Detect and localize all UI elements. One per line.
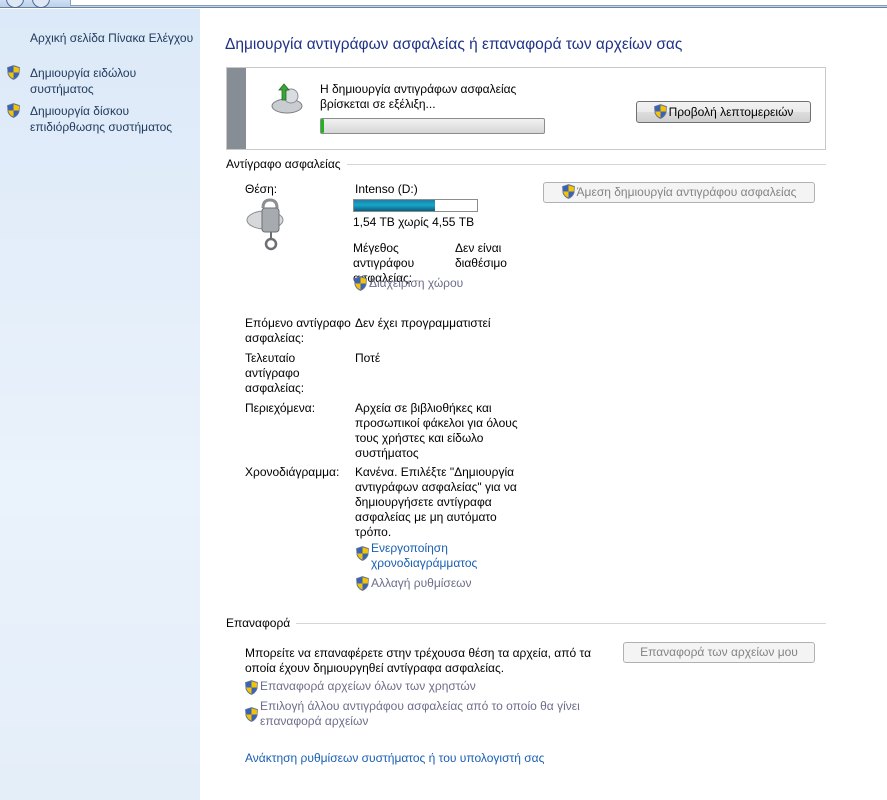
restore-section-title: Επαναφορά — [226, 616, 297, 630]
shield-icon — [356, 576, 369, 591]
control-panel-home-link[interactable]: Αρχική σελίδα Πίνακα Ελέγχου — [30, 30, 193, 46]
enable-schedule-link[interactable]: Ενεργοποίηση χρονοδιαγράμματος — [371, 541, 491, 571]
shield-icon — [356, 546, 369, 561]
drive-name: Intenso (D:) — [355, 182, 418, 196]
restore-all-users-link[interactable]: Επαναφορά αρχείων όλων των χρηστών — [260, 679, 476, 694]
change-settings-link[interactable]: Αλλαγή ρυθμίσεων — [371, 576, 472, 591]
shield-icon — [7, 65, 22, 80]
view-details-button[interactable]: Προβολή λεπτομερειών — [636, 101, 811, 123]
sidebar: Αρχική σελίδα Πίνακα Ελέγχου Δημιουργία … — [0, 9, 200, 800]
backup-now-label: Άμεση δημιουργία αντιγράφου ασφαλείας — [576, 185, 797, 199]
next-backup-value: Δεν έχει προγραμματιστεί — [355, 316, 491, 330]
shield-icon — [245, 680, 258, 695]
schedule-label: Χρονοδιάγραμμα: — [245, 465, 340, 479]
backup-size-value: Δεν είναι διαθέσιμο — [455, 241, 507, 270]
shield-icon — [654, 104, 667, 119]
backup-status-panel: Η δημιουργία αντιγράφων ασφαλείας βρίσκε… — [226, 67, 826, 150]
view-details-label: Προβολή λεπτομερειών — [668, 105, 794, 119]
shield-icon — [245, 707, 258, 722]
back-button[interactable] — [6, 0, 24, 8]
shield-icon — [562, 184, 575, 199]
restore-description: Μπορείτε να επαναφέρετε στην τρέχουσα θέ… — [245, 646, 592, 675]
select-other-backup-link[interactable]: Επιλογή άλλου αντιγράφου ασφαλείας από τ… — [260, 699, 600, 729]
backup-location-lock-icon — [246, 198, 284, 251]
drive-space: 1,54 TB χωρίς 4,55 TB — [353, 215, 475, 229]
backup-now-button[interactable]: Άμεση δημιουργία αντιγράφου ασφαλείας — [543, 182, 815, 203]
drive-usage-fill — [354, 200, 436, 211]
page-title: Δημιουργία αντιγράφων ασφαλείας ή επαναφ… — [225, 36, 683, 53]
location-label: Θέση: — [245, 182, 278, 196]
status-strip — [227, 68, 246, 149]
contents-label: Περιεχόμενα: — [245, 401, 316, 415]
backup-section-header: Αντίγραφο ασφαλείας — [226, 157, 826, 171]
contents-value: Αρχεία σε βιβλιοθήκες και προσωπικοί φάκ… — [355, 401, 518, 460]
restore-section-header: Επαναφορά — [226, 616, 826, 630]
schedule-value: Κανένα. Επιλέξτε "Δημιουργία αντιγράφων … — [355, 465, 517, 539]
last-backup-label: Τελευταίο αντίγραφο ασφαλείας: — [245, 351, 305, 395]
backup-progress-message: Η δημιουργία αντιγράφων ασφαλείας βρίσκε… — [320, 82, 517, 111]
next-backup-label: Επόμενο αντίγραφο ασφαλείας: — [245, 316, 351, 345]
recover-system-settings-link[interactable]: Ανάκτηση ρυθμίσεων συστήματος ή του υπολ… — [245, 751, 544, 766]
shield-icon — [7, 103, 22, 118]
create-repair-disc-link[interactable]: Δημιουργία δίσκου επιδιόρθωσης συστήματο… — [30, 103, 190, 135]
manage-space-link[interactable]: Διαχείριση χώρου — [369, 276, 463, 291]
window-titlebar — [0, 0, 887, 8]
backup-progress-bar — [320, 118, 545, 134]
backup-drive-icon — [271, 83, 303, 114]
forward-button[interactable] — [32, 0, 50, 8]
drive-usage-bar — [353, 199, 478, 212]
last-backup-value: Ποτέ — [355, 351, 381, 365]
restore-my-files-button[interactable]: Επαναφορά των αρχείων μου — [623, 642, 815, 663]
backup-progress-fill — [321, 119, 324, 133]
create-system-image-link[interactable]: Δημιουργία ειδώλου συστήματος — [30, 65, 160, 97]
shield-icon — [354, 276, 367, 291]
backup-section-title: Αντίγραφο ασφαλείας — [226, 157, 347, 171]
address-bar[interactable] — [70, 0, 887, 6]
